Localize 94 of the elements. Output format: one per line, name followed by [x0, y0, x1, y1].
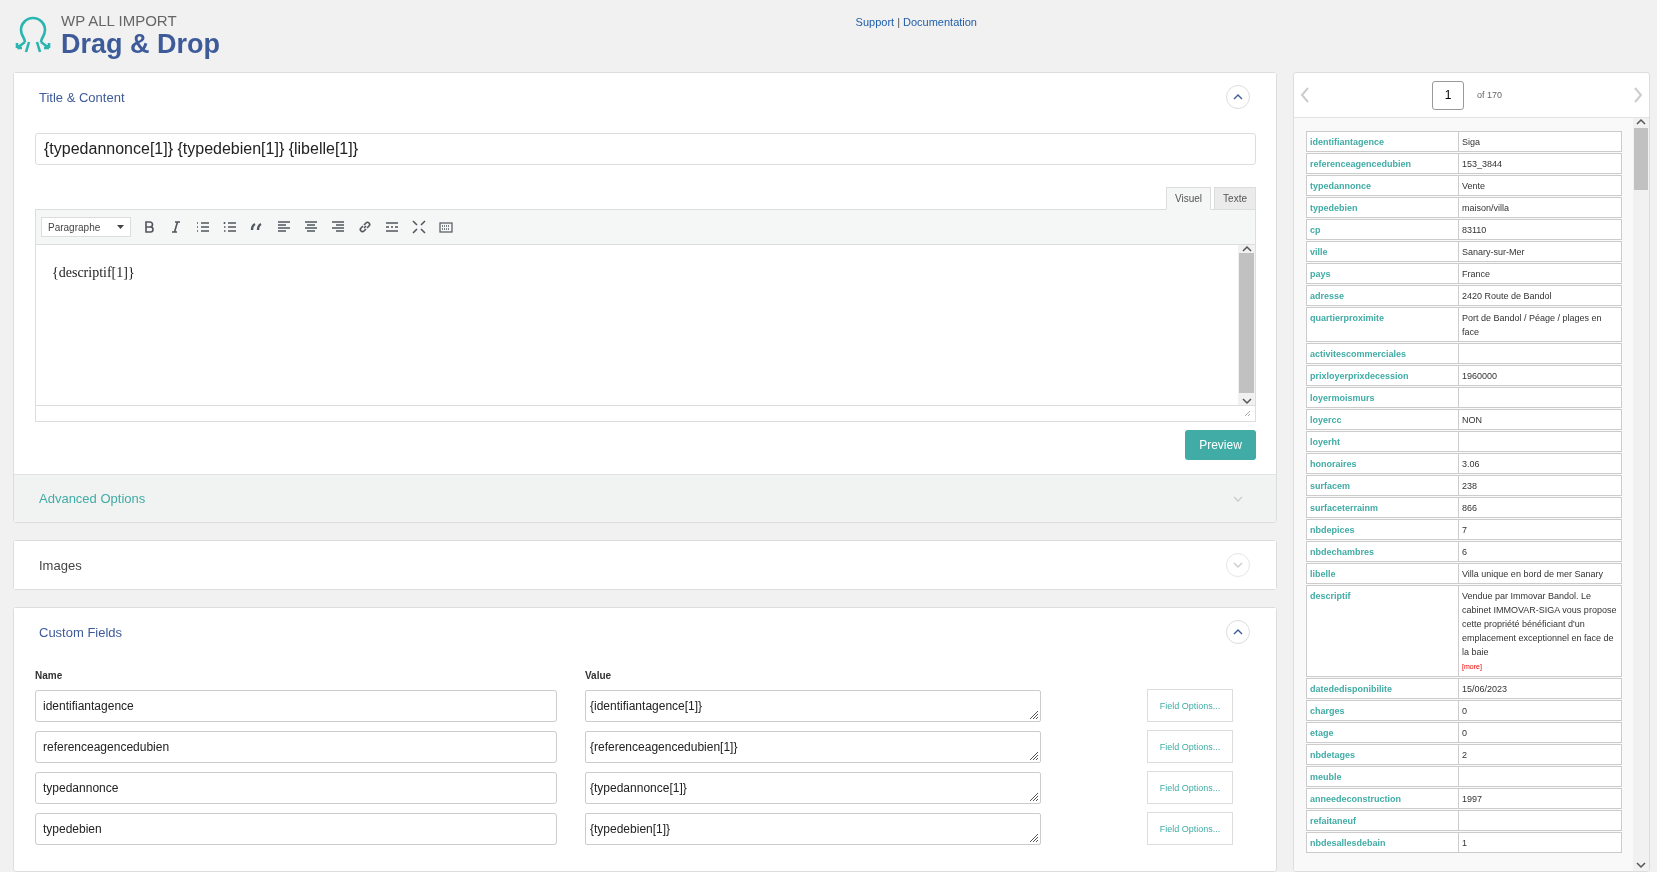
field-value: 7: [1461, 524, 1468, 537]
brand-name: WP ALL IMPORT: [61, 12, 178, 29]
field-name: descriptif: [1307, 586, 1459, 676]
field-value: maison/villa: [1461, 202, 1511, 215]
section-title: Advanced Options: [39, 491, 146, 506]
field-name: nbdetages: [1307, 745, 1459, 764]
field-value: 15/06/2023: [1461, 683, 1509, 696]
field-name: typedannonce: [1307, 176, 1459, 195]
fullscreen-icon[interactable]: [410, 218, 428, 236]
field-name: loyerht: [1307, 432, 1459, 451]
format-dropdown[interactable]: Paragraphe: [41, 217, 131, 237]
field-name: loyermoismurs: [1307, 388, 1459, 407]
field-value: 238: [1461, 480, 1479, 493]
link-separator: |: [897, 16, 900, 28]
field-value: 153_3844: [1461, 158, 1504, 171]
field-name: loyercc: [1307, 410, 1459, 429]
field-value: 3.06: [1461, 458, 1481, 471]
field-name: nbdepices: [1307, 520, 1459, 539]
field-value: 1997: [1461, 793, 1484, 806]
column-header: Value: [585, 670, 613, 681]
value-field[interactable]: {typedannonce[1]}: [585, 771, 1041, 804]
field-name: honoraires: [1307, 454, 1459, 473]
field-name: prixloyerprixdecession: [1307, 366, 1459, 385]
editor-tab[interactable]: Visuel: [1166, 187, 1212, 210]
name-field[interactable]: referenceagencedubien: [35, 730, 557, 763]
field-name: nbdechambres: [1307, 542, 1459, 561]
field-name: datededisponibilite: [1307, 679, 1459, 698]
scrollbar-thumb[interactable]: [1634, 128, 1648, 190]
editor-tab[interactable]: Texte: [1214, 187, 1256, 210]
scroll-up-icon[interactable]: [1636, 118, 1646, 126]
scroll-up-icon[interactable]: [1241, 245, 1252, 253]
field-name: adresse: [1307, 286, 1459, 305]
scrollbar-thumb[interactable]: [1239, 253, 1254, 393]
page-number-field[interactable]: 1: [1432, 80, 1464, 110]
field-name: ville: [1307, 242, 1459, 261]
field-name: pays: [1307, 264, 1459, 283]
chevron-up-icon: [1233, 94, 1243, 100]
field-value-text: Vendue par Immovar Bandol. Le cabinet IMMOVAR-SIGA vous propose cette propriété bénéficiant d'un emplacement exceptionnel en face de la baie: [1462, 590, 1618, 659]
title-field[interactable]: {typedannonce[1]} {typedebien[1]} {libelle[1]}: [35, 133, 1256, 165]
section-title: Custom Fields: [39, 624, 123, 640]
field-name: surfaceterrainm: [1307, 498, 1459, 517]
page-count: of 170: [1477, 90, 1503, 100]
value-field[interactable]: {typedebien[1]}: [585, 812, 1041, 845]
field-name: referenceagencedubien: [1307, 154, 1459, 173]
value-field[interactable]: {referenceagencedubien[1]}: [585, 730, 1041, 763]
field-name: etage: [1307, 723, 1459, 742]
field-value: 83110: [1461, 224, 1488, 237]
field-name: meuble: [1307, 767, 1459, 786]
field-name: quartierproximite: [1307, 308, 1459, 341]
scroll-down-icon[interactable]: [1241, 397, 1252, 405]
name-field[interactable]: identifiantagence: [35, 689, 557, 722]
field-name: refaitaneuf: [1307, 811, 1459, 830]
field-value: Port de Bandol / Péage / plages en face: [1461, 312, 1603, 339]
field-name: typedebien: [1307, 198, 1459, 217]
scrollbar[interactable]: [1238, 245, 1255, 405]
field-name: libelle: [1307, 564, 1459, 583]
field-name: anneedeconstruction: [1307, 789, 1459, 808]
field-value: France: [1461, 268, 1491, 281]
field-name: cp: [1307, 220, 1459, 239]
field-value: Villa unique en bord de mer Sanary: [1461, 568, 1604, 581]
page-title: Drag & Drop: [61, 29, 220, 59]
dropdown-arrow-icon: [117, 225, 124, 229]
section-title: Images: [39, 557, 82, 573]
field-value: 2: [1461, 749, 1468, 762]
field-value: 2420 Route de Bandol: [1461, 290, 1553, 303]
field-value: NON: [1461, 414, 1483, 427]
resize-handle-icon[interactable]: [1244, 410, 1251, 417]
field-value: Siga: [1461, 136, 1481, 149]
field-name: charges: [1307, 701, 1459, 720]
chevron-down-icon: [1233, 562, 1243, 568]
editor-content[interactable]: {descriptif[1]}: [36, 245, 1238, 405]
field-value: 866: [1461, 502, 1479, 515]
chevron-up-icon: [1233, 629, 1243, 635]
scroll-down-icon[interactable]: [1636, 861, 1646, 869]
field-value: 1: [1461, 837, 1468, 850]
field-value: 0: [1461, 727, 1468, 740]
column-header: Name: [35, 670, 64, 681]
name-field[interactable]: typedebien: [35, 812, 557, 845]
scrollbar[interactable]: [1633, 118, 1649, 871]
field-value: 6: [1461, 546, 1468, 559]
help-link[interactable]: Support: [855, 16, 895, 28]
chevron-down-icon: [1233, 495, 1243, 502]
field-name: nbdesallesdebain: [1307, 833, 1459, 852]
field-value: Vente: [1461, 180, 1487, 193]
field-value: Sanary-sur-Mer: [1461, 246, 1526, 259]
field-name: identifiantagence: [1307, 132, 1459, 151]
value-field[interactable]: {identifiantagence[1]}: [585, 689, 1041, 722]
field-value: 0: [1461, 705, 1468, 718]
field-name: activitescommerciales: [1307, 344, 1459, 363]
section-title: Title & Content: [39, 89, 125, 105]
field-name: surfacem: [1307, 476, 1459, 495]
name-field[interactable]: typedannonce: [35, 771, 557, 804]
field-value: 1960000: [1461, 370, 1499, 383]
help-link[interactable]: Documentation: [903, 16, 977, 28]
